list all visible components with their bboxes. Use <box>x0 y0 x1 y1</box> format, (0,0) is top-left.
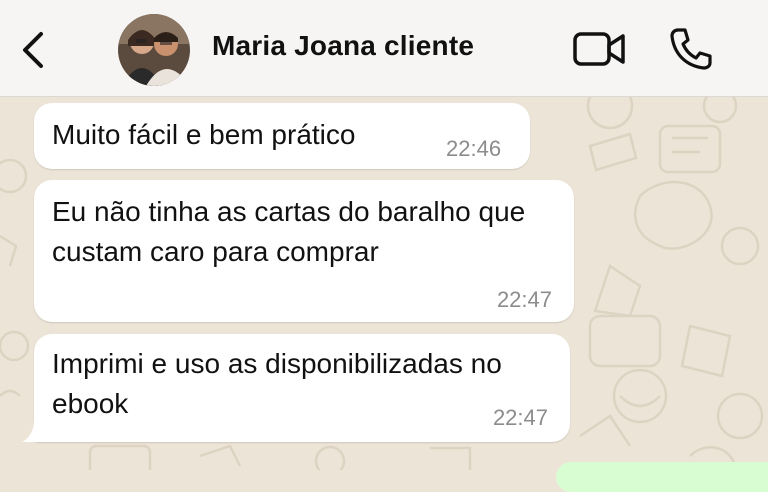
video-camera-icon <box>573 32 625 66</box>
phone-icon <box>670 28 712 70</box>
voice-call-button[interactable] <box>668 26 714 72</box>
message-text: Eu não tinha as cartas do baralho que cu… <box>52 196 526 267</box>
message-bubble[interactable]: Eu não tinha as cartas do baralho que cu… <box>34 180 574 322</box>
message-timestamp: 22:46 <box>446 136 502 161</box>
message-bubble[interactable]: Imprimi e uso as disponibilizadas no ebo… <box>34 334 570 442</box>
chat-header: Maria Joana cliente <box>0 0 768 97</box>
message-text: Muito fácil e bem prático <box>52 119 356 150</box>
avatar[interactable] <box>118 14 190 86</box>
contact-name[interactable]: Maria Joana cliente <box>212 30 474 62</box>
message-timestamp: 22:47 <box>492 405 548 430</box>
message-timestamp: 22:47 <box>496 287 552 312</box>
bubble-tail <box>22 420 44 442</box>
outgoing-bubble-partial <box>556 462 768 492</box>
video-call-button[interactable] <box>572 30 626 68</box>
back-button[interactable] <box>14 28 50 72</box>
chevron-left-icon <box>23 32 43 68</box>
